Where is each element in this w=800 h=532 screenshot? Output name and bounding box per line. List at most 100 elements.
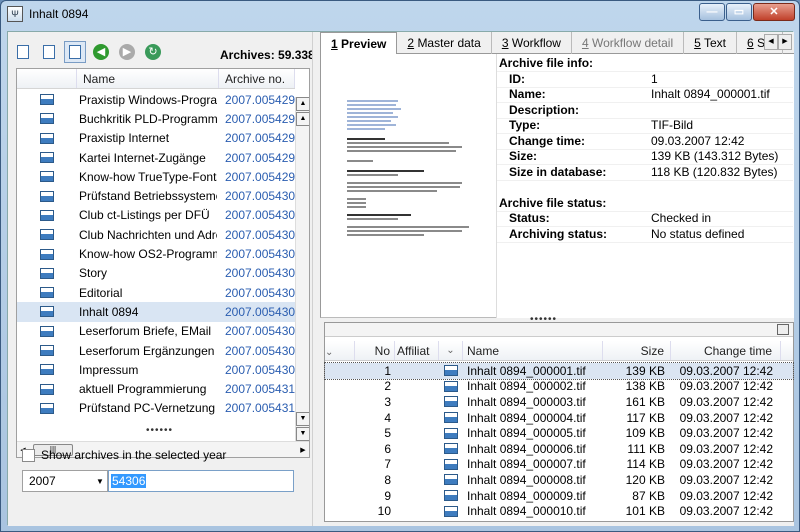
- tab-workflow-detail[interactable]: 4 Workflow detail: [572, 32, 685, 54]
- file-row[interactable]: 3 Inhalt 0894_000003.tif 161 KB 09.03.2007 …: [325, 394, 793, 410]
- file-name: Inhalt 0894_000009.tif: [467, 488, 586, 503]
- archive-list-item[interactable]: Leserforum Briefe, EMail 2007.005430: [17, 322, 295, 341]
- splitter-grip[interactable]: ••••••: [146, 425, 173, 436]
- scroll-right-icon[interactable]: ▶: [297, 446, 309, 454]
- new-document-button[interactable]: [12, 41, 34, 63]
- icon-cell: [17, 94, 77, 106]
- client-area: ◀ ▶ ↻ Archives: 59.338 Name Archive no. …: [7, 31, 794, 526]
- window-controls: — ▭ ✕: [698, 3, 795, 21]
- name-column-header[interactable]: Name: [463, 341, 603, 360]
- forward-button[interactable]: ▶: [116, 41, 138, 63]
- document-button[interactable]: [38, 41, 60, 63]
- change-time-column-header[interactable]: Change time: [671, 341, 781, 360]
- file-row[interactable]: 6 Inhalt 0894_000006.tif 111 KB 09.03.2007 …: [325, 441, 793, 457]
- tab-next-icon[interactable]: ▶: [778, 34, 792, 50]
- sort-column-header[interactable]: ⌄: [325, 341, 355, 360]
- archive-list-item[interactable]: Prüfstand PC-Vernetzung 2007.005431: [17, 399, 295, 418]
- file-name: Inhalt 0894_000003.tif: [467, 394, 586, 409]
- file-row[interactable]: 2 Inhalt 0894_000002.tif 138 KB 09.03.2007 …: [325, 379, 793, 395]
- icon-cell: [17, 306, 77, 318]
- detail-panel: 1 Preview 2 Master data 3 Workflow 4 Workfl…: [320, 32, 794, 526]
- file-row[interactable]: 5 Inhalt 0894_000005.tif 109 KB 09.03.2007 …: [325, 425, 793, 441]
- info-field: Status: Checked in: [497, 211, 793, 227]
- checkbox-box[interactable]: [22, 448, 35, 462]
- archive-list-item[interactable]: Editorial 2007.005430: [17, 283, 295, 302]
- archive-number: 2007.005429: [225, 131, 295, 146]
- tab-preview[interactable]: 1 Preview: [320, 32, 398, 54]
- file-image-icon: [444, 458, 458, 470]
- no-column-header[interactable]: No: [355, 341, 395, 360]
- archive-list-item[interactable]: Praxistip Windows-Programmierung 2007.005…: [17, 90, 295, 109]
- tab-shortcut: 1: [331, 37, 338, 51]
- file-image-icon: [444, 427, 458, 439]
- show-archives-checkbox[interactable]: Show archives in the selected year: [22, 448, 226, 462]
- archive-list-item[interactable]: Kartei Internet-Zugänge 2007.005429: [17, 148, 295, 167]
- file-image-icon: [444, 412, 458, 424]
- scroll-down-icon[interactable]: ▼: [296, 412, 309, 426]
- archive-list-item[interactable]: Praxistip Internet 2007.005429: [17, 129, 295, 148]
- tab-text[interactable]: 5 Text: [684, 32, 737, 54]
- archive-list-item[interactable]: aktuell Programmierung 2007.005431: [17, 380, 295, 399]
- scroll-up-icon[interactable]: ▲: [296, 112, 309, 126]
- archive-search-input[interactable]: 54306: [108, 470, 294, 492]
- tab-navigation: ◀ ▶: [764, 34, 792, 50]
- archive-list-item[interactable]: Prüfstand Betriebssysteme 2007.005430: [17, 187, 295, 206]
- affiliat-column-header[interactable]: Affiliat: [395, 341, 439, 360]
- archive-list-item[interactable]: Club ct-Listings per DFÜ 2007.005430: [17, 206, 295, 225]
- file-row[interactable]: 7 Inhalt 0894_000007.tif 114 KB 09.03.2007 …: [325, 457, 793, 473]
- refresh-button[interactable]: ↻: [142, 41, 164, 63]
- file-change-time: 09.03.2007 12:42: [679, 441, 773, 456]
- field-label: Size in database:: [509, 164, 607, 179]
- archive-list-item[interactable]: Know-how OS2-Programmierung 2007.005430: [17, 244, 295, 263]
- file-row[interactable]: 8 Inhalt 0894_000008.tif 120 KB 09.03.2007 …: [325, 472, 793, 488]
- archive-list-item[interactable]: Club Nachrichten und Adressen 2007.005430: [17, 225, 295, 244]
- file-row[interactable]: 1 Inhalt 0894_000001.tif 139 KB 09.03.2007 …: [324, 362, 794, 380]
- file-size: 114 KB: [626, 457, 665, 472]
- archive-list-item[interactable]: Story 2007.005430: [17, 264, 295, 283]
- name-column-header[interactable]: Name: [77, 69, 219, 88]
- back-button[interactable]: ◀: [90, 41, 112, 63]
- section-title: Archive file status:: [499, 195, 607, 210]
- tab-shortcut: 4: [581, 36, 589, 50]
- file-icon-cell: [439, 474, 463, 486]
- field-value: 118 KB (120.832 Bytes): [651, 164, 778, 179]
- tab-prev-icon[interactable]: ◀: [764, 34, 778, 50]
- title-bar: Ψ Inhalt 0894 — ▭ ✕: [1, 1, 799, 27]
- vertical-scrollbar[interactable]: ▲ ▲ ▼ ▼: [295, 97, 309, 441]
- icon-column-header[interactable]: [17, 69, 77, 88]
- view-button[interactable]: [64, 41, 86, 63]
- vertical-splitter[interactable]: [312, 32, 320, 526]
- scroll-top-icon[interactable]: ▲: [296, 97, 309, 111]
- scroll-bottom-icon[interactable]: ▼: [296, 427, 309, 441]
- file-row[interactable]: 9 Inhalt 0894_000009.tif 87 KB 09.03.2007 1…: [325, 488, 793, 504]
- file-no: 8: [384, 472, 391, 487]
- refresh-icon: ↻: [145, 44, 161, 60]
- archive-list-item[interactable]: Buchkritik PLD-Programmierung 2007.005429: [17, 109, 295, 128]
- document-preview[interactable]: [320, 54, 496, 318]
- archive-number: 2007.005429: [225, 169, 295, 184]
- year-select[interactable]: 2007 ▼: [22, 470, 108, 492]
- chevron-down-icon[interactable]: ▼: [93, 477, 107, 486]
- info-field: Size in database: 118 KB (120.832 Bytes): [497, 165, 793, 181]
- archive-list-item[interactable]: Inhalt 0894 2007.005430: [17, 302, 295, 322]
- preview-page: [347, 98, 475, 264]
- archive-no-column-header[interactable]: Archive no.: [219, 69, 295, 88]
- close-button[interactable]: ✕: [753, 3, 795, 21]
- file-row[interactable]: 10 Inhalt 0894_000010.tif 101 KB 09.03.2007…: [325, 503, 793, 519]
- file-row[interactable]: 4 Inhalt 0894_000004.tif 117 KB 09.03.2007 …: [325, 410, 793, 426]
- panel-icon[interactable]: [777, 324, 789, 335]
- file-size: 120 KB: [625, 472, 665, 487]
- field-value: Checked in: [651, 211, 712, 225]
- tab-master-data[interactable]: 2 Master data: [397, 32, 492, 54]
- maximize-button[interactable]: ▭: [726, 3, 752, 21]
- file-list-toolbar: [325, 323, 793, 337]
- archive-list-item[interactable]: Know-how TrueType-Fonts 2007.005429: [17, 167, 295, 186]
- file-size: 161 KB: [625, 394, 665, 409]
- archive-list-item[interactable]: Impressum 2007.005430: [17, 360, 295, 379]
- tab-workflow[interactable]: 3 Workflow: [492, 32, 572, 54]
- icon-sort-column-header[interactable]: ⌄: [439, 341, 463, 360]
- minimize-button[interactable]: —: [699, 3, 725, 21]
- size-column-header[interactable]: Size: [603, 341, 671, 360]
- file-image-icon: [40, 113, 54, 125]
- archive-list-item[interactable]: Leserforum Ergänzungen 2007.005430: [17, 341, 295, 360]
